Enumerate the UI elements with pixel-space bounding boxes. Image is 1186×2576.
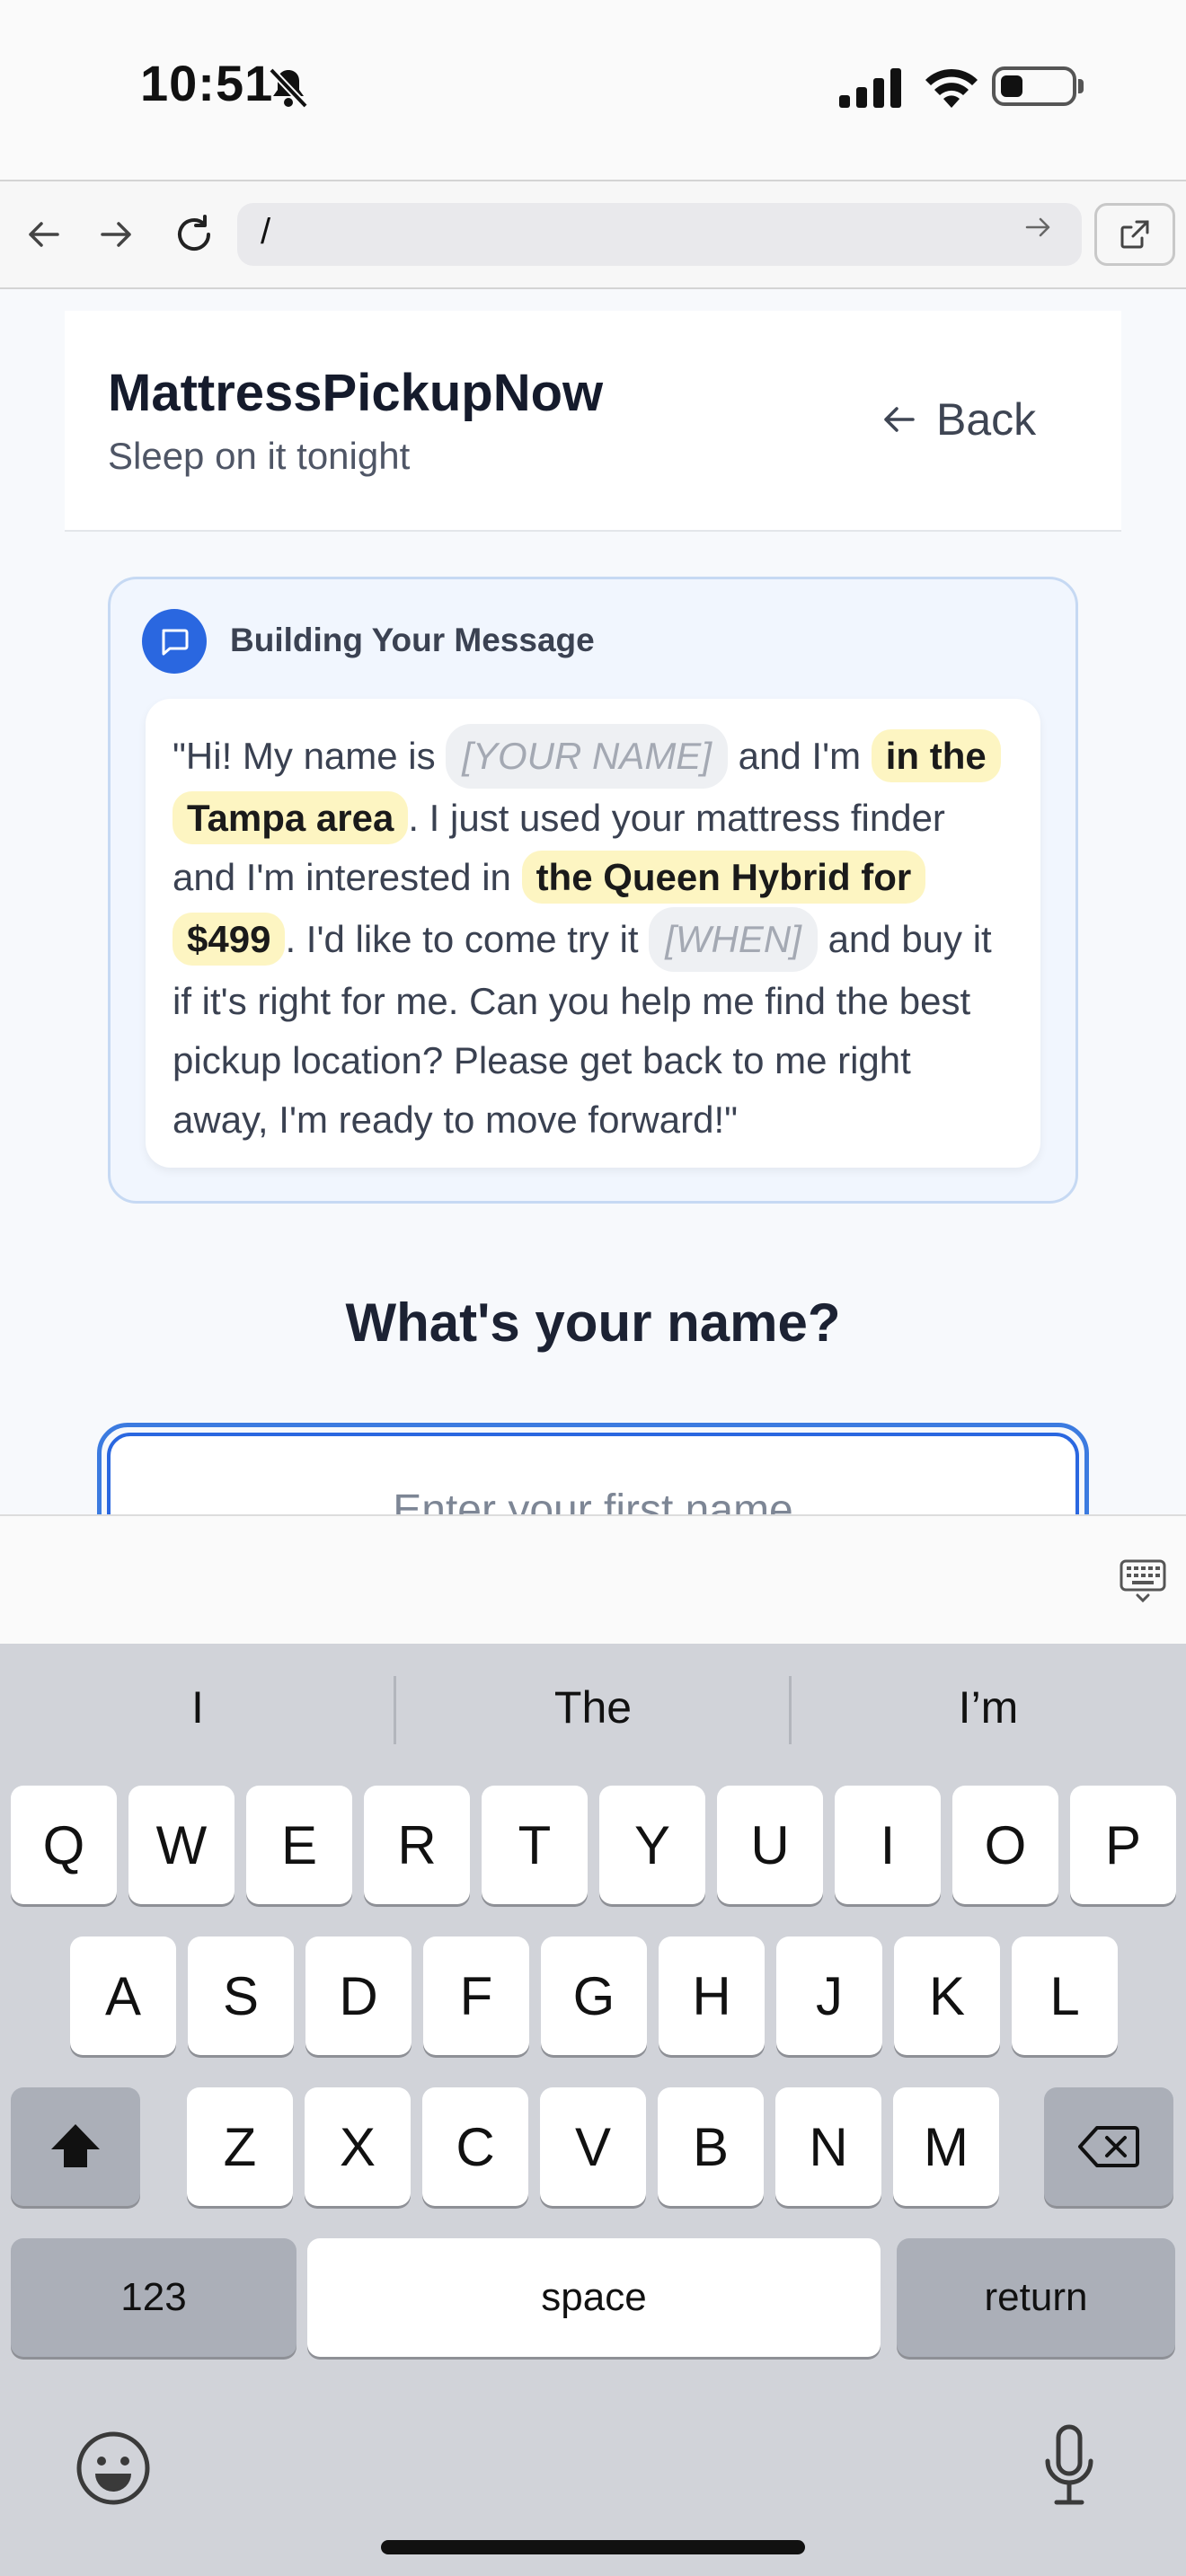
microphone-icon[interactable] [1042,2423,1096,2510]
key-p[interactable]: P [1070,1786,1176,1904]
message-card-title: Building Your Message [230,622,595,658]
key-i[interactable]: I [835,1786,941,1904]
keyboard-dismiss-icon[interactable] [1118,1554,1168,1604]
key-v[interactable]: V [540,2087,646,2206]
key-f[interactable]: F [423,1936,529,2055]
key-t[interactable]: T [482,1786,588,1904]
key-b[interactable]: B [658,2087,764,2206]
key-q[interactable]: Q [11,1786,117,1904]
battery-icon [992,66,1084,106]
url-text[interactable]: / [261,212,270,252]
suggestion-2[interactable]: The [395,1681,791,1734]
wifi-icon [925,68,978,108]
key-u[interactable]: U [717,1786,823,1904]
message-preview-body: "Hi! My name is [YOUR NAME] and I'm in t… [146,699,1040,1168]
name-question: What's your name? [345,1292,841,1353]
key-s[interactable]: S [188,1936,294,2055]
home-indicator [381,2540,805,2554]
browser-forward-icon[interactable] [90,205,144,264]
shift-arrow-icon [51,2124,100,2167]
return-key[interactable]: return [897,2238,1175,2357]
numbers-key[interactable]: 123 [11,2238,296,2357]
shift-key[interactable] [11,2087,140,2206]
key-w[interactable]: W [128,1786,235,1904]
suggestion-1[interactable]: I [0,1681,395,1734]
backspace-key[interactable] [1044,2087,1173,2206]
space-key[interactable]: space [307,2238,881,2357]
external-link-icon [1120,220,1149,249]
key-x[interactable]: X [305,2087,411,2206]
key-n[interactable]: N [775,2087,881,2206]
status-time: 10:51 [140,55,274,111]
key-o[interactable]: O [952,1786,1058,1904]
suggestion-3[interactable]: I’m [791,1681,1186,1734]
chat-bubble-icon [142,609,207,674]
key-h[interactable]: H [659,1936,765,2055]
emoji-icon[interactable] [75,2430,151,2506]
browser-reload-icon[interactable] [167,205,221,264]
browser-back-icon[interactable] [16,205,70,264]
message-text: "Hi! My name is [YOUR NAME] and I'm in t… [173,724,1013,1150]
silent-bell-icon [269,67,308,109]
key-d[interactable]: D [305,1936,412,2055]
url-go-icon[interactable] [1024,212,1053,250]
key-y[interactable]: Y [599,1786,705,1904]
key-c[interactable]: C [422,2087,528,2206]
keyboard-accessory-bar [0,1514,1186,1644]
key-a[interactable]: A [70,1936,176,2055]
key-r[interactable]: R [364,1786,470,1904]
brand-name[interactable]: MattressPickupNow [108,363,603,423]
key-m[interactable]: M [893,2087,999,2206]
open-external-button[interactable] [1094,203,1175,266]
when-placeholder-chip: [WHEN] [649,907,818,972]
key-l[interactable]: L [1012,1936,1118,2055]
delete-icon [1078,2126,1139,2167]
cellular-signal-icon [839,68,901,108]
back-label: Back [936,394,1037,445]
url-bar[interactable] [237,203,1082,266]
name-placeholder-chip: [YOUR NAME] [446,724,728,789]
key-k[interactable]: K [894,1936,1000,2055]
key-g[interactable]: G [541,1936,647,2055]
brand-tagline: Sleep on it tonight [108,435,411,477]
message-segment: and I'm [728,735,872,777]
key-z[interactable]: Z [187,2087,293,2206]
message-segment: . I'd like to come try it [285,918,650,960]
back-button[interactable]: Back [881,393,1036,446]
key-j[interactable]: J [776,1936,882,2055]
key-e[interactable]: E [246,1786,352,1904]
message-segment: "Hi! My name is [173,735,447,777]
arrow-left-icon [884,407,915,432]
